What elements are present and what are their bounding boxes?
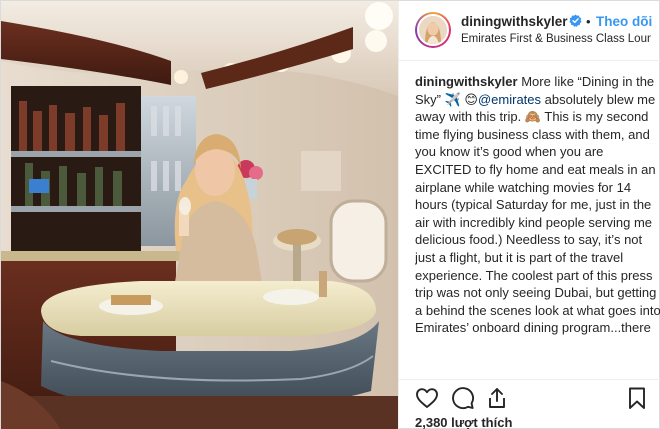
like-count[interactable]: 2,380 lượt thích [415, 415, 512, 429]
follow-button[interactable]: Theo dõi [596, 14, 652, 29]
instagram-post: diningwithskyler • Theo dõi Emirates Fir… [0, 0, 660, 429]
post-username[interactable]: diningwithskyler [461, 14, 568, 29]
bookmark-icon[interactable] [625, 386, 649, 410]
caption-text-body: absolutely blew me away with this trip. … [415, 91, 660, 335]
share-icon[interactable] [485, 386, 509, 410]
post-header: diningwithskyler • Theo dõi Emirates Fir… [399, 1, 660, 61]
heart-icon[interactable] [415, 386, 439, 410]
post-caption: diningwithskyler More like “Dining in th… [415, 73, 660, 335]
separator-dot: • [586, 14, 591, 29]
airplane-bar-scene [1, 1, 398, 429]
post-location[interactable]: Emirates First & Business Class Lounge @… [461, 33, 651, 45]
comment-bubble-icon[interactable] [451, 386, 475, 410]
post-photo[interactable] [1, 1, 398, 429]
caption-mention-link[interactable]: @emirates [478, 92, 541, 107]
verified-badge-icon [569, 14, 582, 27]
post-sidebar: diningwithskyler • Theo dõi Emirates Fir… [398, 1, 660, 429]
post-actions-bar: 2,380 lượt thích [399, 379, 660, 429]
story-ring[interactable] [415, 12, 451, 48]
avatar[interactable] [417, 14, 449, 46]
caption-username[interactable]: diningwithskyler [415, 74, 518, 89]
avatar-image [419, 16, 447, 44]
